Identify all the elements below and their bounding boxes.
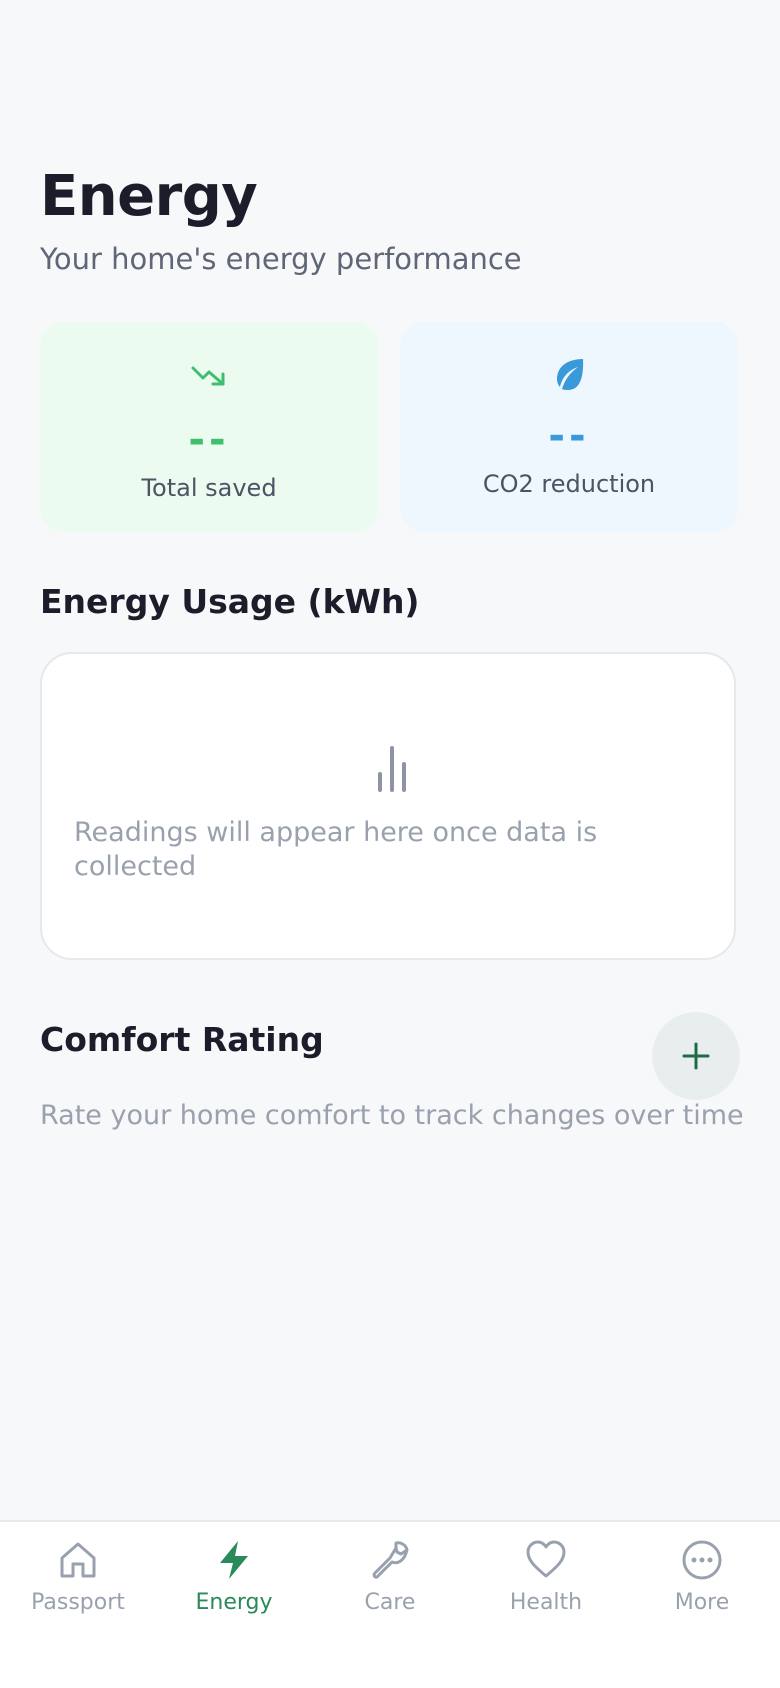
bottom-tab-bar: Passport Energy Care Health More [0,1520,780,1688]
tab-energy-label: Energy [195,1590,273,1615]
comfort-rating-title: Comfort Rating [40,1020,324,1059]
energy-usage-card: Readings will appear here once data is c… [40,652,736,960]
page-subtitle: Your home's energy performance [40,242,522,276]
more-dots-icon [682,1540,722,1580]
tab-more[interactable]: More [624,1522,780,1642]
tab-passport-label: Passport [31,1590,125,1615]
add-comfort-rating-button[interactable] [652,1012,740,1100]
co2-reduction-card: -- CO2 reduction [400,322,738,532]
wrench-icon [372,1541,409,1579]
tab-care-label: Care [364,1590,416,1615]
tab-health-label: Health [509,1590,583,1615]
tab-care[interactable]: Care [312,1522,468,1642]
usage-empty-text: Readings will appear here once data is c… [74,817,598,882]
co2-reduction-label: CO2 reduction [482,470,656,498]
lightning-icon [220,1541,248,1579]
total-saved-card: -- Total saved [40,322,378,532]
tab-more-label: More [674,1590,730,1615]
co2-reduction-value: -- [548,413,590,459]
total-saved-value: -- [188,417,230,463]
trending-down-icon [191,366,225,386]
bar-chart-icon [378,746,406,792]
tab-health[interactable]: Health [468,1522,624,1642]
leaf-icon [557,359,584,390]
total-saved-label: Total saved [141,474,277,502]
heart-icon [526,1540,566,1578]
energy-usage-title: Energy Usage (kWh) [40,582,420,621]
house-icon [60,1542,96,1578]
page-title: Energy [40,164,258,229]
comfort-hint-text: Rate your home comfort to track changes … [40,1100,744,1131]
tab-passport[interactable]: Passport [0,1522,156,1642]
tab-energy[interactable]: Energy [156,1522,312,1642]
plus-icon [682,1042,710,1070]
energy-screen: Energy Your home's energy performance --… [0,0,780,1688]
